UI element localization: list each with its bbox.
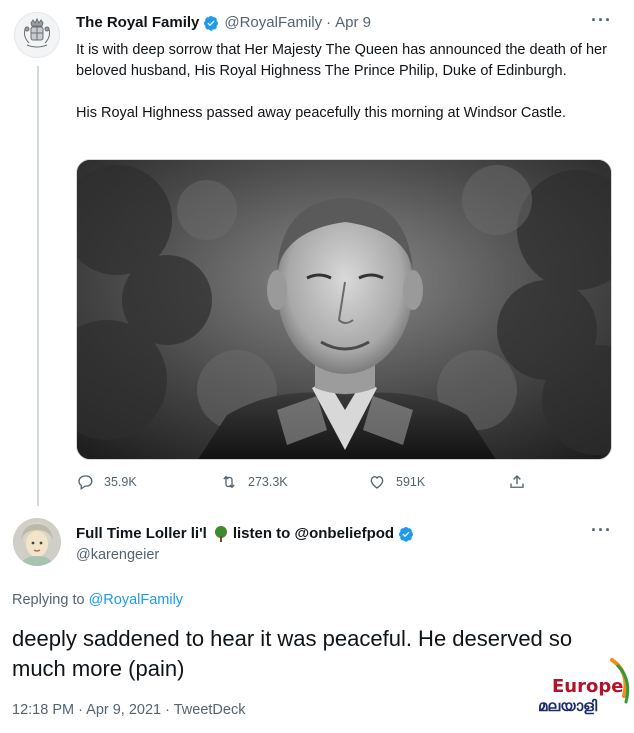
retweet-icon: [223, 475, 235, 489]
tweet-paragraph: His Royal Highness passed away peacefull…: [76, 105, 566, 121]
more-icon[interactable]: ···: [591, 520, 612, 541]
tree-emoji-icon: [214, 525, 227, 542]
tweet-body: It is with deep sorrow that Her Majesty …: [76, 40, 624, 145]
replying-to-link[interactable]: @RoyalFamily: [89, 592, 183, 608]
reply-author-handle[interactable]: @karengeier: [76, 547, 159, 563]
tweet-date[interactable]: Apr 9: [335, 14, 371, 31]
author-handle[interactable]: @RoyalFamily: [224, 14, 322, 31]
reply-body: deeply saddened to hear it was peaceful.…: [12, 626, 573, 681]
replying-to: Replying to @RoyalFamily: [12, 592, 183, 608]
reply-timestamp-source[interactable]: 12:18 PM · Apr 9, 2021 · TweetDeck: [12, 702, 245, 718]
more-icon[interactable]: ···: [591, 10, 612, 31]
retweet-action[interactable]: 273.3K: [220, 473, 288, 491]
portrait-photo: [77, 160, 611, 459]
watermark-malayalam: മലയാളി: [538, 698, 598, 715]
reply-header: Full Time Loller li'l listen to @onbelie…: [76, 525, 419, 542]
europe-malayali-watermark: Europe മലയാളി: [538, 656, 634, 716]
reply-action[interactable]: 35.9K: [76, 473, 137, 491]
verified-badge-icon: [204, 15, 219, 31]
watermark-latin: Europe: [552, 676, 624, 697]
share-action[interactable]: [508, 473, 536, 491]
royal-crest-icon: [24, 17, 50, 48]
avatar-illustration: [13, 518, 61, 566]
tweet-actions: 35.9K 273.3K 591K: [76, 473, 536, 497]
like-count: 591K: [396, 475, 426, 489]
verified-badge-icon: [399, 526, 414, 542]
reply-author-name[interactable]: Full Time Loller li'l: [76, 525, 207, 542]
reply-author-name-suffix[interactable]: listen to @onbeliefpod: [233, 525, 394, 542]
author-name[interactable]: The Royal Family: [76, 14, 199, 31]
tweet-paragraph: It is with deep sorrow that Her Majesty …: [76, 42, 607, 79]
thread-connector-line: [37, 66, 39, 506]
reply-author-avatar[interactable]: [13, 518, 61, 566]
like-icon: [370, 476, 384, 489]
share-icon: [510, 475, 524, 488]
separator: ·: [326, 14, 332, 31]
tweet-photo[interactable]: [76, 159, 612, 460]
like-action[interactable]: 591K: [368, 473, 425, 491]
retweet-count: 273.3K: [248, 475, 288, 489]
tweet-header: The Royal Family @RoyalFamily · Apr 9: [76, 14, 371, 31]
reply-count: 35.9K: [104, 475, 137, 489]
royal-family-avatar[interactable]: [14, 12, 60, 58]
reply-icon: [78, 475, 93, 491]
replying-to-prefix: Replying to: [12, 592, 85, 608]
